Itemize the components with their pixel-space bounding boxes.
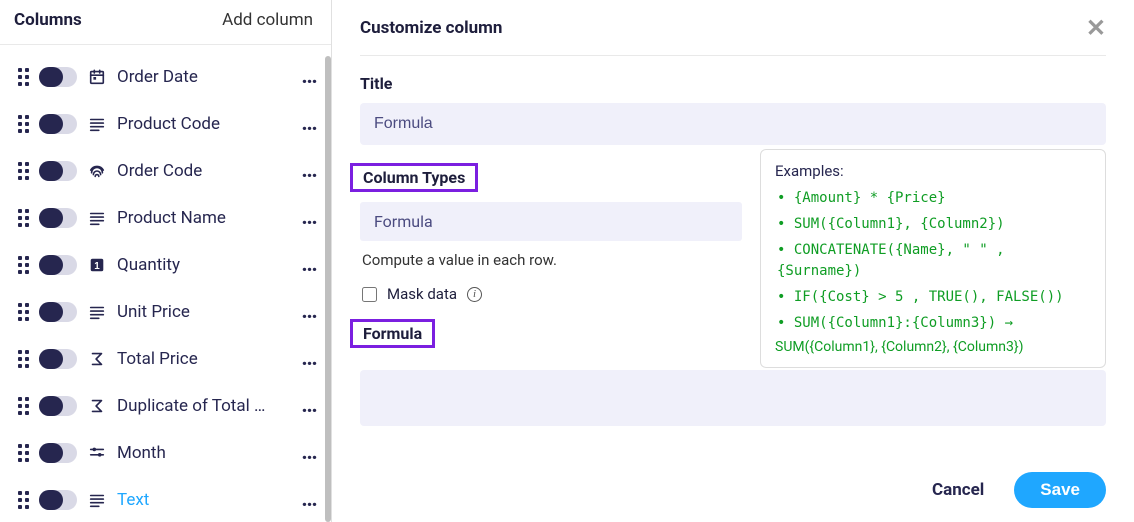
close-icon[interactable]: ✕ bbox=[1086, 14, 1106, 42]
column-menu-button[interactable]: … bbox=[301, 111, 317, 136]
lines-icon bbox=[87, 490, 107, 510]
column-label[interactable]: Duplicate of Total … bbox=[117, 396, 291, 416]
column-row: Text … bbox=[0, 476, 331, 522]
mask-data-label: Mask data bbox=[387, 285, 457, 303]
column-menu-button[interactable]: … bbox=[301, 299, 317, 324]
visibility-toggle[interactable] bbox=[39, 114, 77, 134]
column-row: Product Code … bbox=[0, 100, 331, 147]
one-icon: 1 bbox=[87, 255, 107, 275]
example-item: CONCATENATE({Name}, " " , {Surname}) bbox=[777, 240, 1091, 282]
visibility-toggle[interactable] bbox=[39, 67, 77, 87]
example-item: SUM({Column1}, {Column2}) bbox=[777, 214, 1091, 235]
drag-handle-icon[interactable] bbox=[18, 68, 29, 86]
column-label[interactable]: Text bbox=[117, 490, 291, 510]
drag-handle-icon[interactable] bbox=[18, 256, 29, 274]
columns-panel: Columns Add column Order Date…Product Co… bbox=[0, 0, 332, 522]
drag-handle-icon[interactable] bbox=[18, 115, 29, 133]
sigma-icon bbox=[87, 396, 107, 416]
column-menu-button[interactable]: … bbox=[301, 158, 317, 183]
examples-box: Examples: {Amount} * {Price} SUM({Column1… bbox=[760, 149, 1106, 368]
column-row: Total Price … bbox=[0, 335, 331, 382]
visibility-toggle[interactable] bbox=[39, 443, 77, 463]
column-label[interactable]: Unit Price bbox=[117, 302, 291, 322]
title-input[interactable] bbox=[360, 103, 1106, 145]
column-type-select[interactable]: Formula bbox=[360, 202, 742, 241]
columns-list: Order Date…Product Code…Order Code…Produ… bbox=[0, 45, 331, 522]
customize-panel: Customize column ✕ Title Column Types Fo… bbox=[332, 0, 1134, 522]
visibility-toggle[interactable] bbox=[39, 396, 77, 416]
example-item: SUM({Column1}:{Column3}) → bbox=[777, 313, 1091, 334]
drag-handle-icon[interactable] bbox=[18, 491, 29, 509]
cancel-button[interactable]: Cancel bbox=[932, 480, 984, 500]
column-menu-button[interactable]: … bbox=[301, 64, 317, 89]
drag-handle-icon[interactable] bbox=[18, 444, 29, 462]
footer-actions: Cancel Save bbox=[360, 458, 1106, 522]
equalizer-icon bbox=[87, 443, 107, 463]
calendar-icon bbox=[87, 67, 107, 87]
column-row: Unit Price … bbox=[0, 288, 331, 335]
column-menu-button[interactable]: … bbox=[301, 252, 317, 277]
column-menu-button[interactable]: … bbox=[301, 346, 317, 371]
column-type-description: Compute a value in each row. bbox=[360, 241, 742, 279]
drag-handle-icon[interactable] bbox=[18, 397, 29, 415]
mask-data-checkbox[interactable] bbox=[362, 287, 377, 302]
examples-list: {Amount} * {Price} SUM({Column1}, {Column… bbox=[775, 188, 1091, 334]
column-label[interactable]: Month bbox=[117, 443, 291, 463]
title-section-label: Title bbox=[360, 74, 1106, 93]
info-icon[interactable]: i bbox=[467, 287, 482, 302]
visibility-toggle[interactable] bbox=[39, 255, 77, 275]
example-continuation: SUM({Column1}, {Column2}, {Column3}) bbox=[775, 339, 1091, 355]
column-label[interactable]: Total Price bbox=[117, 349, 291, 369]
visibility-toggle[interactable] bbox=[39, 302, 77, 322]
fingerprint-icon bbox=[87, 161, 107, 181]
examples-title: Examples: bbox=[775, 162, 1091, 180]
column-label[interactable]: Order Date bbox=[117, 67, 291, 87]
add-column-button[interactable]: Add column bbox=[222, 10, 313, 30]
svg-text:1: 1 bbox=[94, 261, 100, 272]
column-row: Order Code … bbox=[0, 147, 331, 194]
customize-title: Customize column bbox=[360, 18, 502, 38]
save-button[interactable]: Save bbox=[1014, 472, 1106, 508]
scrollbar[interactable] bbox=[325, 56, 331, 522]
customize-header: Customize column ✕ bbox=[360, 0, 1106, 56]
column-row: 1 Quantity … bbox=[0, 241, 331, 288]
example-item: IF({Cost} > 5 , TRUE(), FALSE()) bbox=[777, 287, 1091, 308]
drag-handle-icon[interactable] bbox=[18, 162, 29, 180]
visibility-toggle[interactable] bbox=[39, 349, 77, 369]
column-types-label: Column Types bbox=[350, 163, 478, 192]
column-label[interactable]: Quantity bbox=[117, 255, 291, 275]
lines-icon bbox=[87, 114, 107, 134]
example-item: {Amount} * {Price} bbox=[777, 188, 1091, 209]
column-row: Month … bbox=[0, 429, 331, 476]
lines-icon bbox=[87, 208, 107, 228]
visibility-toggle[interactable] bbox=[39, 490, 77, 510]
visibility-toggle[interactable] bbox=[39, 161, 77, 181]
sigma-icon bbox=[87, 349, 107, 369]
column-menu-button[interactable]: … bbox=[301, 205, 317, 230]
column-row: Duplicate of Total … … bbox=[0, 382, 331, 429]
lines-icon bbox=[87, 302, 107, 322]
column-menu-button[interactable]: … bbox=[301, 393, 317, 418]
columns-panel-header: Columns Add column bbox=[0, 0, 331, 45]
visibility-toggle[interactable] bbox=[39, 208, 77, 228]
drag-handle-icon[interactable] bbox=[18, 303, 29, 321]
column-label[interactable]: Product Name bbox=[117, 208, 291, 228]
column-menu-button[interactable]: … bbox=[301, 487, 317, 512]
column-row: Product Name … bbox=[0, 194, 331, 241]
formula-section-label: Formula bbox=[350, 319, 435, 348]
drag-handle-icon[interactable] bbox=[18, 350, 29, 368]
column-row: Order Date … bbox=[0, 53, 331, 100]
column-label[interactable]: Product Code bbox=[117, 114, 291, 134]
column-menu-button[interactable]: … bbox=[301, 440, 317, 465]
columns-title: Columns bbox=[14, 10, 82, 30]
formula-input[interactable] bbox=[360, 370, 1106, 426]
drag-handle-icon[interactable] bbox=[18, 209, 29, 227]
column-label[interactable]: Order Code bbox=[117, 161, 291, 181]
